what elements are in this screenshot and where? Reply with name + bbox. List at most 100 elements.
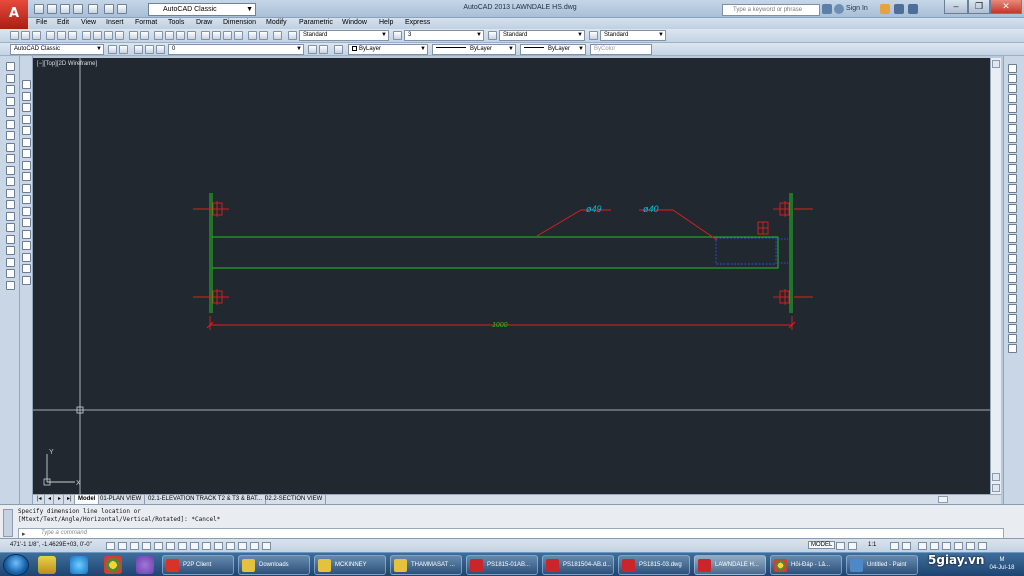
new-icon[interactable] — [34, 4, 44, 14]
region-icon[interactable] — [6, 246, 15, 255]
ucs-face-icon[interactable] — [1008, 304, 1017, 313]
scroll-down-button[interactable] — [992, 484, 1000, 492]
workspace-combo[interactable]: AutoCAD Classic ▼ — [10, 44, 104, 55]
dim-style-icon[interactable] — [1008, 264, 1017, 273]
viber-icon[interactable] — [136, 556, 154, 574]
hatch-icon[interactable] — [6, 223, 15, 232]
tolerance-icon[interactable] — [1008, 194, 1017, 203]
transparency-icon[interactable] — [238, 542, 247, 550]
circle-icon[interactable] — [6, 131, 15, 140]
make-current-icon[interactable] — [308, 45, 317, 54]
ucs-previous-icon[interactable] — [1008, 294, 1017, 303]
inner-pipe-hidden[interactable] — [715, 237, 777, 265]
fillet-icon[interactable] — [22, 252, 31, 262]
properties-icon[interactable] — [201, 31, 210, 40]
blend-curves-icon[interactable] — [22, 264, 31, 273]
undo-tool-icon[interactable] — [129, 31, 138, 40]
undo-icon[interactable] — [104, 4, 114, 14]
table-style-dropdown[interactable]: Standard ▼ — [499, 30, 585, 41]
match-properties-icon[interactable] — [115, 31, 124, 40]
minimize-button[interactable]: – — [944, 0, 968, 14]
dimension-style-dropdown[interactable]: 3 ▼ — [404, 30, 484, 41]
zoom-realtime-icon[interactable] — [165, 31, 174, 40]
menu-insert[interactable]: Insert — [106, 19, 124, 26]
revision-cloud-icon[interactable] — [6, 142, 15, 152]
menu-parametric[interactable]: Parametric — [299, 19, 333, 26]
spline-icon[interactable] — [6, 154, 15, 163]
3d-object-snap-icon[interactable] — [178, 542, 187, 550]
file-explorer-icon[interactable] — [38, 556, 56, 574]
help-icon[interactable] — [908, 4, 918, 14]
design-center-icon[interactable] — [212, 31, 221, 40]
task-thammasat[interactable]: THAMMASAT ... — [390, 555, 462, 575]
isolate-objects-icon[interactable] — [954, 542, 963, 550]
break-at-point-icon[interactable] — [22, 206, 31, 216]
ucs-icon[interactable] — [1008, 274, 1017, 283]
open-icon[interactable] — [47, 4, 57, 14]
search-icon[interactable] — [822, 4, 832, 14]
redo-tool-icon[interactable] — [140, 31, 149, 40]
publish-icon[interactable] — [68, 31, 77, 40]
menu-tools[interactable]: Tools — [168, 19, 184, 26]
trim-icon[interactable] — [22, 183, 31, 193]
menu-format[interactable]: Format — [135, 19, 157, 26]
lock-icon[interactable] — [156, 45, 165, 54]
scroll-up-button[interactable] — [992, 60, 1000, 68]
task-mckinney[interactable]: MCKINNEY — [314, 555, 386, 575]
dim-break-icon[interactable] — [1008, 184, 1017, 193]
copy-icon[interactable] — [93, 31, 102, 40]
vertical-scrollbar[interactable] — [990, 58, 1001, 494]
quick-view-layouts-icon[interactable] — [836, 542, 845, 550]
ordinate-icon[interactable] — [1008, 94, 1017, 103]
linear-dim-icon[interactable] — [1008, 64, 1017, 73]
task-hoi-dap[interactable]: Hỏi-Đáp - Lả... — [770, 555, 842, 575]
scale-icon[interactable] — [22, 160, 31, 170]
dynamic-ucs-icon[interactable] — [202, 542, 211, 550]
sun-icon[interactable] — [145, 45, 154, 54]
drawing-canvas[interactable]: [−][Top][2D Wireframe] Y X ø49 ø40 1000 — [33, 58, 990, 494]
task-downloads[interactable]: Downloads — [238, 555, 310, 575]
autocad-logo[interactable]: A — [0, 0, 28, 30]
command-grip[interactable] — [3, 509, 13, 537]
array-icon[interactable] — [22, 126, 31, 135]
task-ps181504-ab[interactable]: PS181504-AB.d... — [542, 555, 614, 575]
grid-icon[interactable] — [130, 542, 139, 550]
diameter-text-2[interactable]: ø40 — [643, 204, 659, 214]
tool-palettes-icon[interactable] — [223, 31, 232, 40]
hardware-acceleration-icon[interactable] — [942, 542, 951, 550]
line-icon[interactable] — [6, 62, 15, 71]
menu-window[interactable]: Window — [342, 19, 367, 26]
menu-express[interactable]: Express — [405, 19, 430, 26]
inspection-icon[interactable] — [1008, 214, 1017, 223]
polygon-icon[interactable] — [6, 96, 15, 106]
polar-tracking-icon[interactable] — [154, 542, 163, 550]
clean-screen-icon[interactable] — [978, 542, 987, 550]
ellipse-icon[interactable] — [6, 165, 15, 175]
aligned-dim-icon[interactable] — [1008, 74, 1017, 83]
plot-icon[interactable] — [88, 4, 98, 14]
task-p2p-client[interactable]: P2P Client — [162, 555, 234, 575]
table-icon[interactable] — [6, 257, 15, 267]
ellipse-arc-icon[interactable] — [6, 177, 15, 186]
help-tool-icon[interactable] — [273, 31, 282, 40]
copy-icon[interactable] — [22, 91, 31, 101]
internet-explorer-icon[interactable] — [70, 556, 88, 574]
dim-update-icon[interactable] — [1008, 254, 1017, 263]
qnew-icon[interactable] — [10, 31, 19, 40]
layer-previous-icon[interactable] — [319, 45, 328, 54]
mirror-icon[interactable] — [22, 103, 31, 112]
task-ps1815-03[interactable]: PS1815-03.dwg — [618, 555, 690, 575]
rectangle-icon[interactable] — [6, 108, 15, 117]
stretch-icon[interactable] — [22, 172, 31, 181]
point-icon[interactable] — [6, 211, 15, 221]
user-icon[interactable] — [834, 4, 844, 14]
sign-in-link[interactable]: Sign In — [846, 5, 868, 12]
insert-block-icon[interactable] — [6, 188, 15, 198]
maximize-button[interactable]: ❐ — [968, 0, 990, 14]
cut-icon[interactable] — [82, 31, 91, 40]
object-snap-tracking-icon[interactable] — [190, 542, 199, 550]
layer-dropdown[interactable]: 0 ▼ — [168, 44, 304, 55]
annotation-scale[interactable]: 1:1 — [868, 542, 876, 548]
pan-icon[interactable] — [154, 31, 163, 40]
move-icon[interactable] — [22, 137, 31, 147]
